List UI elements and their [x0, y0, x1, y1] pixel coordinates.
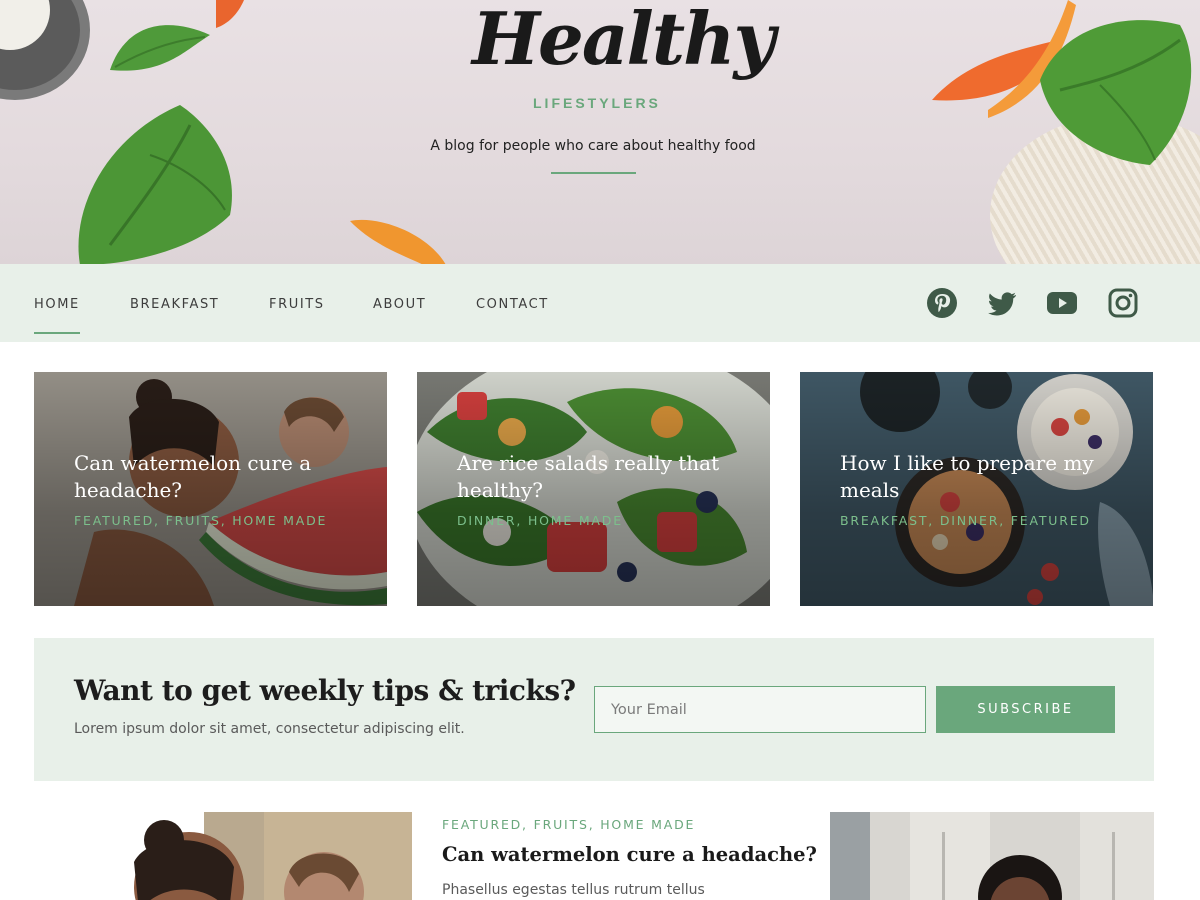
card-categories[interactable]: DINNER, HOME MADE: [457, 513, 757, 528]
nav-item-home[interactable]: HOME: [34, 297, 80, 312]
email-field[interactable]: [594, 686, 926, 733]
card-title[interactable]: How I like to prepare my meals: [840, 450, 1120, 504]
post-excerpt: Phasellus egestas tellus rutrum tellus: [442, 882, 705, 898]
youtube-icon[interactable]: [1046, 287, 1078, 319]
newsletter-section: Want to get weekly tips & tricks? Lorem …: [34, 638, 1154, 781]
nav-item-fruits[interactable]: FRUITS: [269, 297, 325, 312]
card-title[interactable]: Are rice salads really that healthy?: [457, 450, 737, 504]
cilantro-leaf-left-top: [110, 25, 210, 71]
site-header: Healthy LIFESTYLERS A blog for people wh…: [0, 0, 1200, 264]
twitter-icon[interactable]: [986, 287, 1018, 319]
pepper-slice-bottom: [350, 219, 446, 264]
nav-item-breakfast[interactable]: BREAKFAST: [130, 297, 219, 312]
sidebar-author-image[interactable]: [830, 812, 1154, 900]
nav-item-contact[interactable]: CONTACT: [476, 297, 549, 312]
subscribe-button[interactable]: SUBSCRIBE: [936, 686, 1115, 733]
cilantro-leaf-left-bottom: [78, 105, 232, 264]
post-title[interactable]: Can watermelon cure a headache?: [442, 843, 817, 866]
nav-item-about[interactable]: ABOUT: [373, 297, 426, 312]
nav-active-indicator: [34, 332, 80, 334]
pepper-slice-top-left: [216, 0, 244, 28]
newsletter-title: Want to get weekly tips & tricks?: [74, 674, 576, 707]
card-title[interactable]: Can watermelon cure a headache?: [74, 450, 354, 504]
newsletter-subtitle: Lorem ipsum dolor sit amet, consectetur …: [74, 721, 465, 737]
instagram-icon[interactable]: [1107, 287, 1139, 319]
card-categories[interactable]: BREAKFAST, DINNER, FEATURED: [840, 513, 1140, 528]
featured-card-watermelon[interactable]: Can watermelon cure a headache? FEATURED…: [34, 372, 387, 606]
pinterest-icon[interactable]: [926, 287, 958, 319]
post-categories[interactable]: FEATURED, FRUITS, HOME MADE: [442, 817, 695, 832]
featured-card-meals[interactable]: How I like to prepare my meals BREAKFAST…: [800, 372, 1153, 606]
logo-wordmark[interactable]: Healthy: [472, 0, 775, 82]
card-categories[interactable]: FEATURED, FRUITS, HOME MADE: [74, 513, 374, 528]
post-watermelon-photo: [34, 812, 412, 900]
featured-card-rice-salad[interactable]: Are rice salads really that healthy? DIN…: [417, 372, 770, 606]
site-tagline: A blog for people who care about healthy…: [430, 138, 756, 154]
tagline-divider: [551, 172, 636, 174]
author-photo: [830, 812, 1154, 900]
post-thumbnail[interactable]: [34, 812, 412, 900]
main-navigation: HOME BREAKFAST FRUITS ABOUT CONTACT: [0, 264, 1200, 342]
logo-subtitle[interactable]: LIFESTYLERS: [533, 95, 673, 111]
